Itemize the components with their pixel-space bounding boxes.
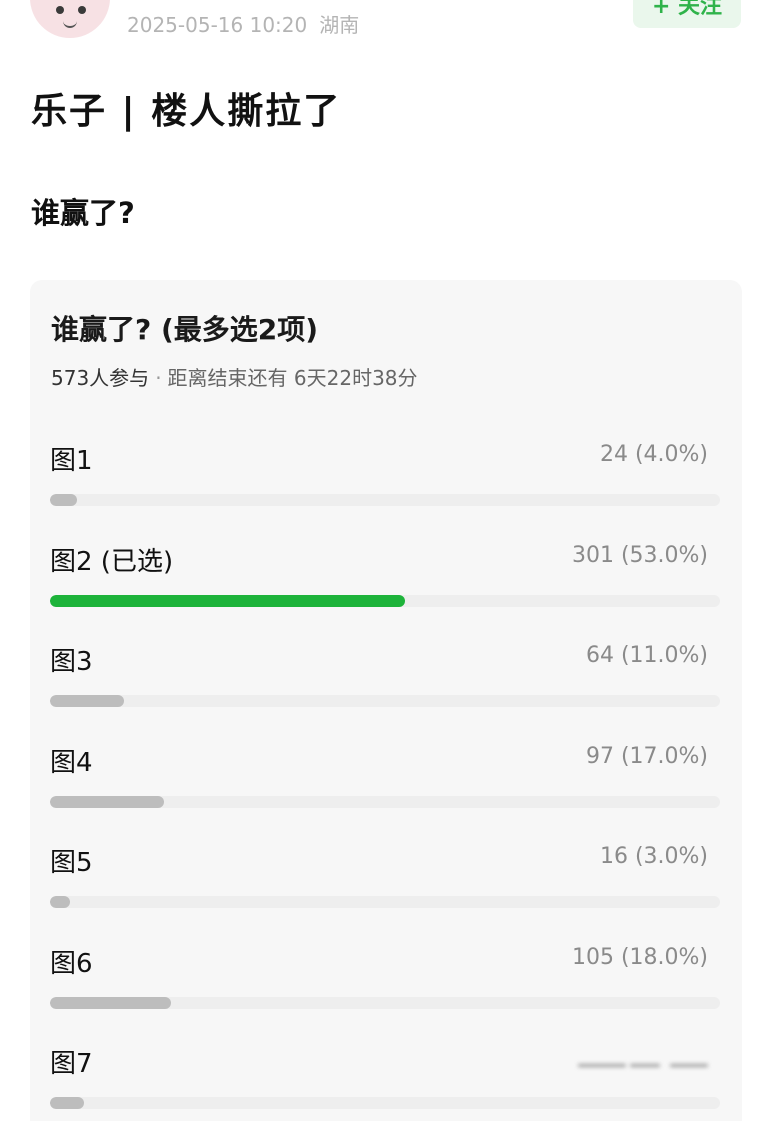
avatar[interactable]	[30, 0, 110, 38]
post-meta: 2025-05-16 10:20 湖南	[127, 9, 359, 38]
poll-option-bar-track	[50, 896, 720, 908]
poll-option-bar-track	[50, 796, 720, 808]
poll-option[interactable]: 图1 24 (4.0%)	[50, 440, 720, 530]
poll-option-label: 图5	[50, 848, 93, 878]
poll-option[interactable]: 图4 97 (17.0%)	[50, 742, 720, 832]
poll-remaining-time: 距离结束还有 6天22时38分	[167, 366, 418, 390]
poll-option-bar	[50, 494, 77, 506]
post-title: 乐子 | 楼人撕拉了	[31, 91, 342, 132]
poll-option-label: 图4	[50, 748, 93, 778]
poll-title: 谁赢了? (最多选2项)	[51, 313, 319, 346]
poll-option-label: 图1	[50, 446, 93, 476]
poll-option-bar	[50, 1097, 84, 1109]
poll-option-label: 图3	[50, 647, 93, 677]
avatar-mouth	[63, 18, 77, 28]
post-body: 谁赢了?	[31, 196, 135, 230]
poll-option-bar	[50, 796, 164, 808]
poll-option-count: 64 (11.0%)	[585, 643, 708, 668]
avatar-eye	[78, 6, 86, 14]
poll-option[interactable]: 图2 (已选) 301 (53.0%)	[50, 541, 720, 631]
poll-option[interactable]: 图5 16 (3.0%)	[50, 842, 720, 932]
separator-dot: ·	[155, 366, 162, 390]
poll-option-count: 16 (3.0%)	[599, 844, 708, 869]
post-page: 2025-05-16 10:20 湖南 + 关注 乐子 | 楼人撕拉了 谁赢了? …	[0, 0, 773, 1121]
poll-option-label: 图2 (已选)	[50, 547, 174, 577]
poll-option-bar	[50, 896, 70, 908]
poll-option[interactable]: 图6 105 (18.0%)	[50, 943, 720, 1033]
poll-stats: 573人参与 · 距离结束还有 6天22时38分	[51, 362, 418, 391]
poll-option-count: 24 (4.0%)	[599, 442, 708, 467]
poll-option-bar-track	[50, 494, 720, 506]
follow-button[interactable]: + 关注	[633, 0, 741, 28]
poll-option-count: 105 (18.0%)	[571, 945, 708, 970]
poll-option-bar	[50, 997, 171, 1009]
poll-card: 谁赢了? (最多选2项) 573人参与 · 距离结束还有 6天22时38分 图1 24…	[30, 280, 742, 1121]
poll-option-count: 301 (53.0%)	[571, 543, 708, 568]
poll-option-bar-selected	[50, 595, 405, 607]
poll-option-bar-track	[50, 695, 720, 707]
poll-option[interactable]: 图7	[50, 1043, 720, 1121]
obscured-count	[578, 1055, 708, 1075]
avatar-eye	[56, 6, 64, 14]
poll-option-bar	[50, 695, 124, 707]
poll-option-label: 图7	[50, 1049, 93, 1079]
post-location: 湖南	[319, 13, 360, 37]
poll-option-bar-track	[50, 1097, 720, 1109]
poll-participants: 573人参与	[51, 366, 150, 390]
poll-option-bar-track	[50, 595, 720, 607]
obscured-mark	[630, 1064, 660, 1067]
poll-option-bar-track	[50, 997, 720, 1009]
obscured-mark	[578, 1064, 626, 1067]
poll-option[interactable]: 图3 64 (11.0%)	[50, 641, 720, 731]
post-timestamp: 2025-05-16 10:20	[127, 13, 308, 37]
poll-option-label: 图6	[50, 949, 93, 979]
obscured-mark	[670, 1064, 708, 1067]
poll-option-count: 97 (17.0%)	[585, 744, 708, 769]
